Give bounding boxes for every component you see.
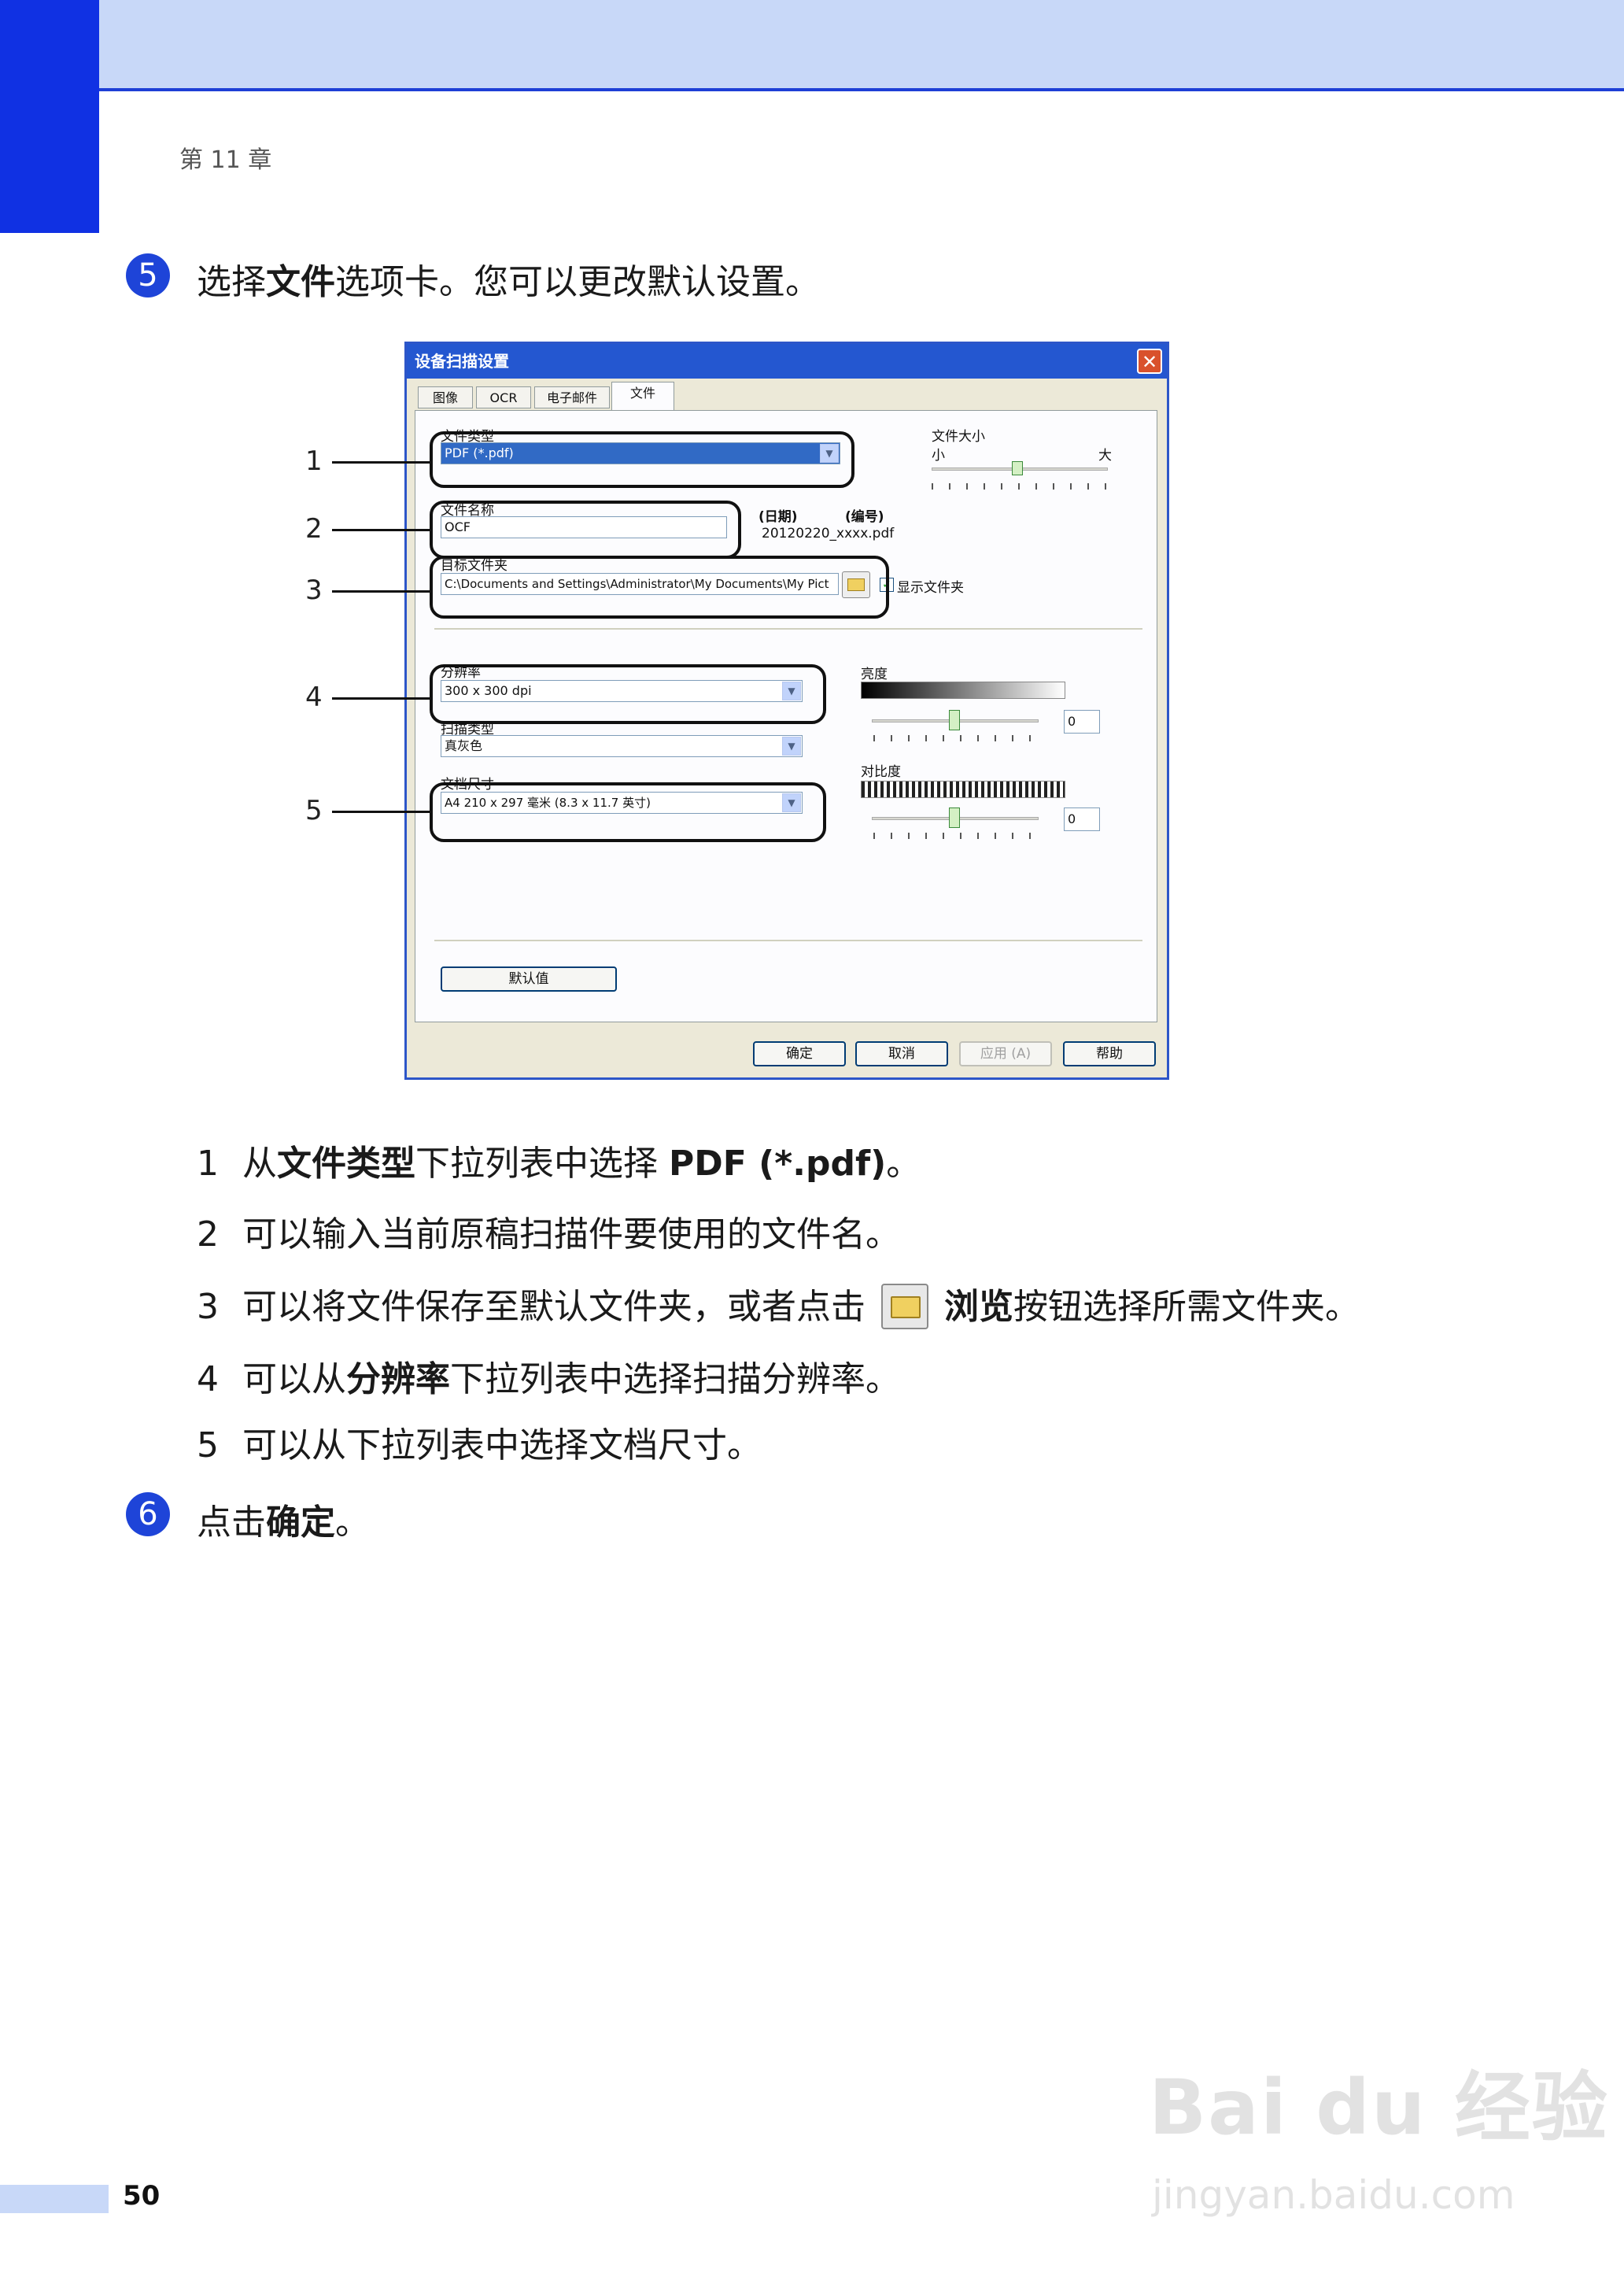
highlight-box-5: [430, 782, 826, 842]
file-size-small: 小: [932, 448, 945, 464]
scan-type-select[interactable]: 真灰色 ▼: [441, 735, 803, 757]
list-item-3: 3 可以将文件保存至默认文件夹，或者点击 浏览按钮选择所需文件夹。: [197, 1278, 1360, 1329]
default-button[interactable]: 默认值: [441, 966, 617, 992]
step-number-6: 6: [126, 1492, 170, 1536]
file-size-slider-thumb[interactable]: [1012, 461, 1023, 475]
chapter-label: 第 11 章: [179, 146, 272, 174]
highlight-box-2: [430, 501, 741, 559]
bottom-divider: [434, 940, 1142, 941]
callout-line-2: [332, 529, 431, 531]
contrast-input[interactable]: 0: [1064, 808, 1100, 831]
list-item-5: 5 可以从下拉列表中选择文档尺寸。: [197, 1425, 762, 1465]
callout-2: 2: [305, 513, 323, 545]
file-size-large: 大: [1098, 448, 1112, 464]
tab-image[interactable]: 图像: [418, 386, 473, 408]
callout-1: 1: [305, 445, 323, 477]
step-number-5: 5: [126, 253, 170, 298]
date-label: (日期): [758, 509, 798, 525]
brightness-input[interactable]: 0: [1064, 710, 1100, 734]
chapter-tab: [0, 0, 99, 233]
brightness-ticks: [873, 735, 1040, 741]
callout-4: 4: [305, 682, 323, 713]
highlight-box-3: [430, 556, 889, 619]
tab-ocr[interactable]: OCR: [476, 386, 531, 408]
section-divider: [434, 628, 1142, 630]
callout-3: 3: [305, 575, 323, 606]
close-icon[interactable]: ✕: [1137, 349, 1162, 374]
highlight-box-4: [430, 664, 826, 724]
callout-line-3: [332, 590, 431, 593]
brightness-slider-thumb[interactable]: [949, 710, 960, 730]
number-label: (编号): [845, 509, 884, 525]
highlight-box-1: [430, 431, 854, 488]
watermark-logo: Bai du 经验: [1149, 2064, 1609, 2152]
help-button[interactable]: 帮助: [1063, 1041, 1156, 1066]
header-band: [0, 0, 1624, 90]
watermark-url: jingyan.baidu.com: [1152, 2172, 1515, 2218]
tab-file[interactable]: 文件: [611, 382, 674, 410]
callout-line-4: [332, 697, 431, 700]
callout-5: 5: [305, 795, 323, 826]
browse-folder-icon: [881, 1284, 928, 1329]
contrast-slider-thumb[interactable]: [949, 808, 960, 828]
scan-type-value: 真灰色: [445, 738, 483, 753]
apply-button[interactable]: 应用 (A): [959, 1041, 1052, 1066]
contrast-ticks: [873, 833, 1040, 839]
callout-line-1: [332, 461, 431, 464]
list-item-2: 2 可以输入当前原稿扫描件要使用的文件名。: [197, 1214, 900, 1255]
footer-bar: [0, 2185, 109, 2213]
contrast-label: 对比度: [861, 764, 901, 780]
brightness-gradient: [861, 682, 1065, 699]
step-6-text: 点击确定。: [197, 1502, 370, 1543]
callout-line-5: [332, 811, 431, 813]
file-name-example: 20120220_xxxx.pdf: [762, 526, 895, 541]
file-size-ticks: [932, 483, 1109, 490]
page-number: 50: [123, 2180, 161, 2212]
show-folder-label: 显示文件夹: [897, 580, 964, 596]
contrast-pattern: [861, 781, 1065, 798]
file-size-label: 文件大小: [932, 429, 985, 445]
header-rule: [99, 88, 1624, 91]
chevron-down-icon[interactable]: ▼: [782, 737, 801, 756]
dialog-title: 设备扫描设置: [407, 344, 1167, 379]
ok-button[interactable]: 确定: [753, 1041, 846, 1066]
cancel-button[interactable]: 取消: [855, 1041, 948, 1066]
step-5-text: 选择文件选项卡。您可以更改默认设置。: [197, 262, 820, 302]
list-item-1: 1 从文件类型下拉列表中选择 PDF (*.pdf)。: [197, 1144, 921, 1184]
tab-email[interactable]: 电子邮件: [534, 386, 610, 408]
list-item-4: 4 可以从分辨率下拉列表中选择扫描分辨率。: [197, 1359, 900, 1399]
brightness-label: 亮度: [861, 667, 888, 682]
